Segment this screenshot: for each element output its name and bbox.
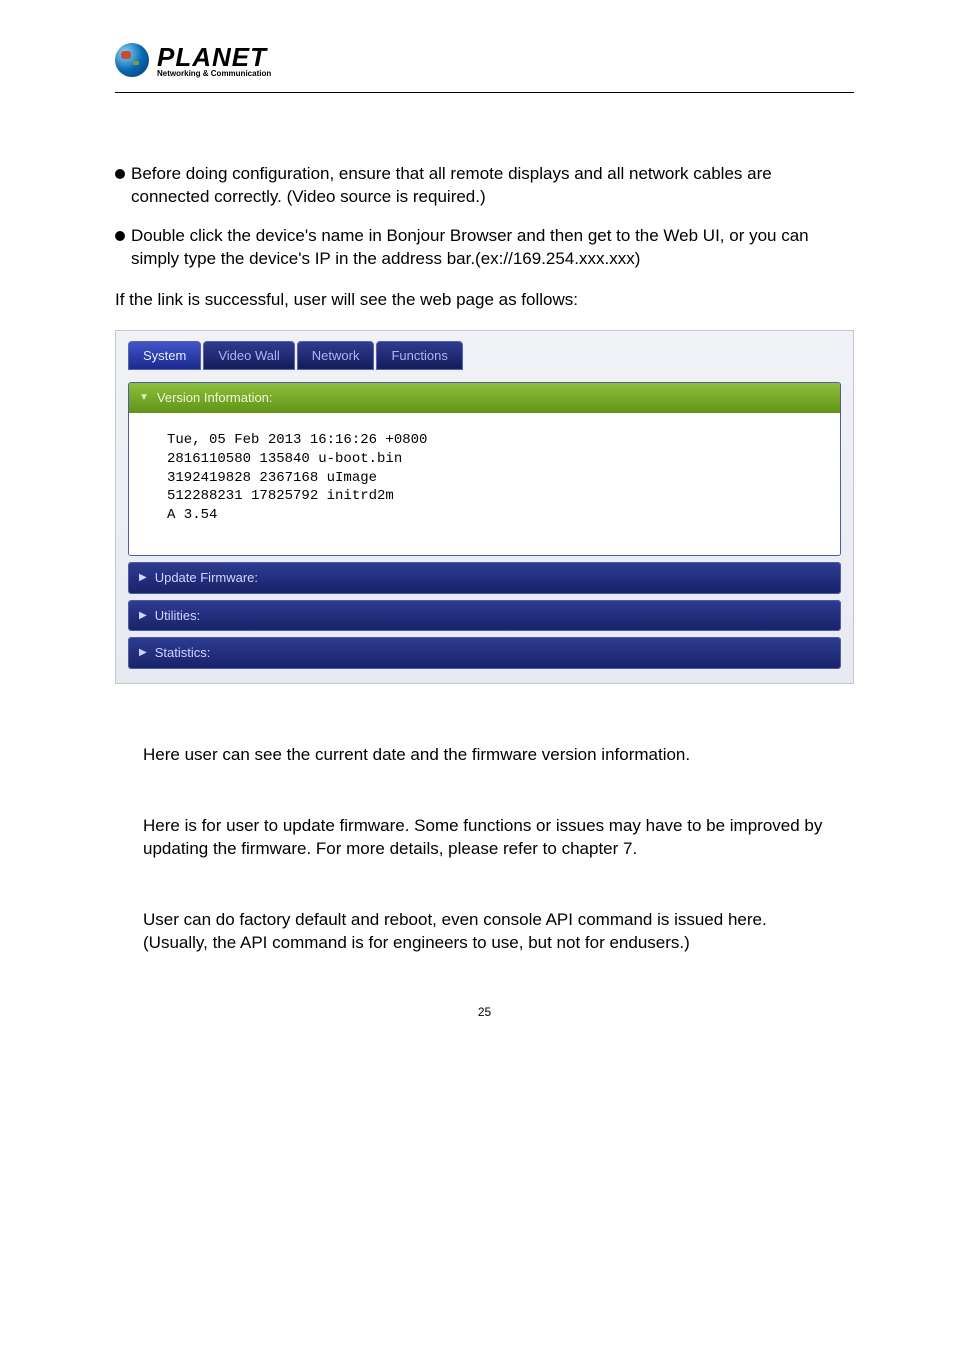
section-utilities-text-a: User can do factory default and reboot, … (143, 909, 854, 932)
bullet-1-text: Before doing configuration, ensure that … (131, 164, 772, 206)
brand-logo: PLANET Networking & Communication (115, 42, 854, 78)
page-number: 25 (115, 1005, 854, 1019)
section-update-firmware-text: Here is for user to update firmware. Som… (143, 815, 854, 861)
globe-icon (115, 43, 149, 77)
tab-network[interactable]: Network (297, 341, 375, 371)
section-version-info-text: Here user can see the current date and t… (143, 744, 854, 767)
tab-video-wall[interactable]: Video Wall (203, 341, 294, 371)
chevron-down-icon: ▼ (139, 391, 149, 405)
version-line: 2816110580 135840 u-boot.bin (167, 451, 402, 467)
version-line: Tue, 05 Feb 2013 16:16:26 +0800 (167, 432, 427, 448)
statistics-label: Statistics: (155, 644, 211, 662)
link-success-text: If the link is successful, user will see… (115, 289, 854, 312)
accordion-header-update[interactable]: ▶ Update Firmware: (129, 563, 840, 593)
explain-section: Here user can see the current date and t… (115, 744, 854, 955)
body-text: Before doing configuration, ensure that … (115, 163, 854, 955)
header-divider (115, 92, 854, 93)
section-utilities-text-b: (Usually, the API command is for enginee… (143, 932, 854, 955)
accordion-version: ▼ Version Information: Tue, 05 Feb 2013 … (128, 382, 841, 556)
version-line: 3192419828 2367168 uImage (167, 470, 377, 486)
tab-system[interactable]: System (128, 341, 201, 371)
bullet-icon (115, 231, 125, 241)
document-page: PLANET Networking & Communication Before… (0, 0, 954, 1059)
accordion-utilities: ▶ Utilities: (128, 600, 841, 632)
bullet-icon (115, 169, 125, 179)
accordion-header-utilities[interactable]: ▶ Utilities: (129, 601, 840, 631)
logo-subtitle: Networking & Communication (157, 69, 271, 78)
utilities-label: Utilities: (155, 607, 201, 625)
tab-bar: System Video Wall Network Functions (128, 341, 841, 371)
version-info-label: Version Information: (157, 389, 273, 407)
bullet-2-text: Double click the device's name in Bonjou… (131, 226, 809, 268)
chevron-right-icon: ▶ (139, 571, 147, 585)
webui-screenshot: System Video Wall Network Functions ▼ Ve… (115, 330, 854, 684)
version-line: A 3.54 (167, 507, 217, 523)
version-line: 512288231 17825792 initrd2m (167, 488, 394, 504)
bullet-item: Double click the device's name in Bonjou… (115, 225, 854, 271)
accordion-statistics: ▶ Statistics: (128, 637, 841, 669)
chevron-right-icon: ▶ (139, 609, 147, 623)
version-info-body: Tue, 05 Feb 2013 16:16:26 +0800 28161105… (129, 413, 840, 555)
chevron-right-icon: ▶ (139, 646, 147, 660)
accordion-update-firmware: ▶ Update Firmware: (128, 562, 841, 594)
accordion-header-version[interactable]: ▼ Version Information: (129, 383, 840, 413)
update-firmware-label: Update Firmware: (155, 569, 258, 587)
accordion-header-statistics[interactable]: ▶ Statistics: (129, 638, 840, 668)
tab-functions[interactable]: Functions (376, 341, 462, 371)
bullet-item: Before doing configuration, ensure that … (115, 163, 854, 209)
